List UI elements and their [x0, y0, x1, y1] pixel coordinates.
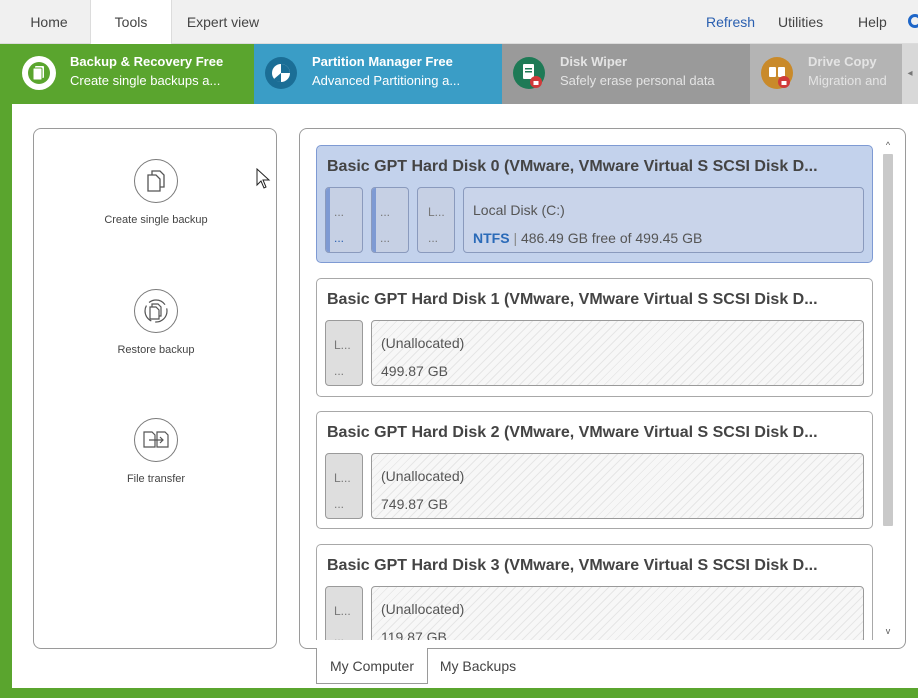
- disk-list-scrollbar[interactable]: ^ v: [881, 138, 895, 638]
- file-transfer-action[interactable]: File transfer: [34, 418, 278, 485]
- partition-line1: L...: [428, 205, 445, 219]
- refresh-link[interactable]: Refresh: [706, 0, 755, 44]
- disk-card-0[interactable]: Basic GPT Hard Disk 0 (VMware, VMware Vi…: [316, 145, 873, 263]
- app-title: Backup & Recovery Free: [70, 54, 224, 69]
- mouse-pointer-icon: [256, 167, 272, 195]
- help-menu[interactable]: Help: [858, 0, 887, 44]
- action-label: Restore backup: [117, 344, 195, 356]
- app-subtitle: Safely erase personal data: [560, 73, 715, 88]
- partition-small[interactable]: L... ...: [417, 187, 455, 253]
- partition-size: 499.87 GB: [381, 363, 448, 379]
- tab-my-computer[interactable]: My Computer: [316, 648, 428, 684]
- app-subtitle: Advanced Partitioning a...: [312, 73, 461, 88]
- drive-copy-lock-icon: [760, 56, 794, 90]
- partition-name: (Unallocated): [381, 468, 465, 484]
- tab-my-backups[interactable]: My Backups: [430, 648, 526, 684]
- partition-line2: ...: [380, 231, 391, 245]
- partition-line2: ...: [428, 231, 439, 245]
- partition-line1: L...: [334, 471, 351, 485]
- app-title: Disk Wiper: [560, 54, 628, 69]
- app-subtitle: Migration and: [808, 73, 887, 88]
- separator: |: [513, 230, 518, 246]
- free-space-text: 486.49 GB free of 499.45 GB: [520, 230, 703, 246]
- action-label: Create single backup: [104, 214, 208, 226]
- app-tile-drive-copy[interactable]: Drive Copy Migration and: [750, 44, 902, 104]
- partition-size: 749.87 GB: [381, 496, 448, 512]
- app-tile-backup-recovery[interactable]: Backup & Recovery Free Create single bac…: [12, 44, 254, 104]
- partition-name: (Unallocated): [381, 335, 465, 351]
- actions-panel: Create single backup Restore backup File…: [33, 128, 277, 649]
- file-transfer-icon: [134, 418, 178, 462]
- partition-unallocated[interactable]: (Unallocated) 119.87 GB: [371, 586, 864, 640]
- partition-name: Local Disk (C:): [473, 202, 565, 218]
- disk-card-2[interactable]: Basic GPT Hard Disk 2 (VMware, VMware Vi…: [316, 411, 873, 529]
- scroll-down-icon[interactable]: v: [881, 624, 895, 638]
- partition-strip: [372, 188, 376, 252]
- tab-home[interactable]: Home: [14, 0, 84, 44]
- settings-icon[interactable]: [908, 14, 918, 28]
- document-lock-icon: [512, 56, 546, 90]
- filesystem-label: NTFS: [473, 230, 510, 246]
- app-bar: Backup & Recovery Free Create single bac…: [0, 44, 918, 104]
- partition-strip: [326, 188, 330, 252]
- scroll-up-icon[interactable]: ^: [881, 138, 895, 152]
- partition-unallocated[interactable]: (Unallocated) 499.87 GB: [371, 320, 864, 386]
- partition-small[interactable]: L... ...: [325, 453, 363, 519]
- partition-line1: ...: [334, 205, 345, 219]
- partition-local-disk-c[interactable]: Local Disk (C:) NTFS | 486.49 GB free of…: [463, 187, 864, 253]
- partition-info: NTFS | 486.49 GB free of 499.45 GB: [473, 230, 702, 246]
- partition-line1: L...: [334, 338, 351, 352]
- partition-line1: ...: [380, 205, 391, 219]
- partition-small[interactable]: L... ...: [325, 586, 363, 640]
- pie-chart-icon: [264, 56, 298, 90]
- backup-icon: [22, 56, 56, 90]
- partition-line2: ...: [334, 630, 345, 640]
- partition-line2: ...: [334, 364, 345, 378]
- partition-name: (Unallocated): [381, 601, 465, 617]
- app-title: Drive Copy: [808, 54, 877, 69]
- partition-small[interactable]: ... ...: [325, 187, 363, 253]
- partition-unallocated[interactable]: (Unallocated) 749.87 GB: [371, 453, 864, 519]
- partition-line2: ...: [334, 497, 345, 511]
- app-tile-disk-wiper[interactable]: Disk Wiper Safely erase personal data: [502, 44, 750, 104]
- partition-line1: L...: [334, 604, 351, 618]
- utilities-menu[interactable]: Utilities: [778, 0, 823, 44]
- menu-bar: Home Tools Expert view Refresh Utilities…: [0, 0, 918, 45]
- app-tile-partition-manager[interactable]: Partition Manager Free Advanced Partitio…: [254, 44, 502, 104]
- disk-title: Basic GPT Hard Disk 2 (VMware, VMware Vi…: [327, 424, 818, 441]
- document-copy-icon: [134, 159, 178, 203]
- partition-small[interactable]: L... ...: [325, 320, 363, 386]
- restore-icon: [134, 289, 178, 333]
- action-label: File transfer: [126, 473, 186, 485]
- frame-left: [0, 104, 12, 698]
- create-single-backup-action[interactable]: Create single backup: [34, 159, 278, 226]
- partition-size: 119.87 GB: [381, 629, 447, 640]
- partition-line2: ...: [334, 231, 345, 245]
- disk-title: Basic GPT Hard Disk 1 (VMware, VMware Vi…: [327, 291, 818, 308]
- disk-title: Basic GPT Hard Disk 3 (VMware, VMware Vi…: [327, 557, 818, 574]
- app-title: Partition Manager Free: [312, 54, 453, 69]
- app-scroll-right-icon[interactable]: ◂: [902, 44, 918, 104]
- frame-bottom: [0, 688, 918, 698]
- disk-title: Basic GPT Hard Disk 0 (VMware, VMware Vi…: [327, 158, 818, 175]
- tab-tools[interactable]: Tools: [90, 0, 172, 45]
- partition-small[interactable]: ... ...: [371, 187, 409, 253]
- disk-card-1[interactable]: Basic GPT Hard Disk 1 (VMware, VMware Vi…: [316, 278, 873, 397]
- app-subtitle: Create single backups a...: [70, 73, 221, 88]
- tab-expert-view[interactable]: Expert view: [176, 0, 270, 44]
- scroll-thumb[interactable]: [883, 154, 893, 526]
- restore-backup-action[interactable]: Restore backup: [34, 289, 278, 356]
- disk-card-3[interactable]: Basic GPT Hard Disk 3 (VMware, VMware Vi…: [316, 544, 873, 640]
